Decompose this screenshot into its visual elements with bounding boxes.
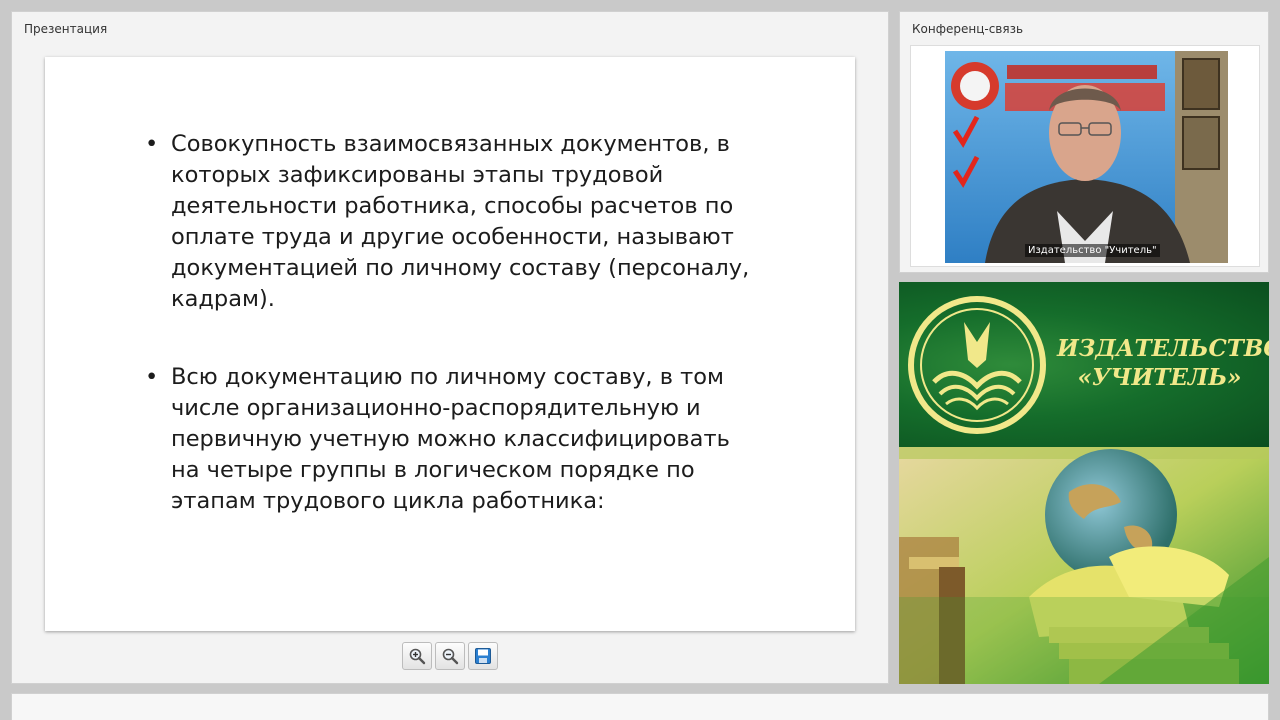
slide-bullet-text: Совокупность взаимосвязанных документов,… — [171, 131, 750, 312]
publisher-logo-icon — [908, 296, 1046, 434]
publisher-name: ИЗДАТЕЛЬСТВО «УЧИТЕЛЬ» — [1057, 334, 1269, 392]
banner-header: ИЗДАТЕЛЬСТВО «УЧИТЕЛЬ» — [899, 282, 1269, 447]
bottom-panel — [11, 693, 1269, 720]
publisher-banner[interactable]: ИЗДАТЕЛЬСТВО «УЧИТЕЛЬ» — [899, 282, 1269, 684]
webcam-feed-image — [945, 51, 1228, 263]
zoom-out-button[interactable] — [435, 642, 465, 670]
slide-toolbar — [402, 642, 498, 672]
banner-books-image — [899, 447, 1269, 684]
video-caption: Издательство "Учитель" — [1025, 244, 1160, 257]
floppy-save-icon — [475, 648, 491, 664]
books-globe-illustration — [899, 447, 1269, 684]
slide-bullet-text: Всю документацию по личному составу, в т… — [171, 364, 730, 514]
bullet-marker: • — [145, 364, 159, 390]
publisher-name-line1: ИЗДАТЕЛЬСТВО — [1057, 335, 1269, 362]
slide-bullet: • Совокупность взаимосвязанных документо… — [145, 129, 765, 315]
conference-panel-title: Конференц-связь — [912, 22, 1024, 36]
publisher-name-line2: «УЧИТЕЛЬ» — [1077, 364, 1242, 391]
zoom-out-icon — [442, 648, 459, 665]
slide: • Совокупность взаимосвязанных документо… — [45, 57, 855, 631]
conference-panel: Конференц-связь Издательство "Учитель" — [899, 11, 1269, 273]
zoom-in-button[interactable] — [402, 642, 432, 670]
presentation-panel-title: Презентация — [24, 22, 108, 36]
zoom-in-icon — [409, 648, 426, 665]
bullet-marker: • — [145, 131, 159, 157]
save-button[interactable] — [468, 642, 498, 670]
webcam-video[interactable]: Издательство "Учитель" — [945, 51, 1228, 263]
presentation-panel: Презентация • Совокупность взаимосвязанн… — [11, 11, 889, 684]
slide-bullet: • Всю документацию по личному составу, в… — [145, 362, 765, 517]
slide-bullet-list: • Совокупность взаимосвязанных документо… — [145, 129, 765, 564]
video-frame: Издательство "Учитель" — [910, 45, 1260, 267]
